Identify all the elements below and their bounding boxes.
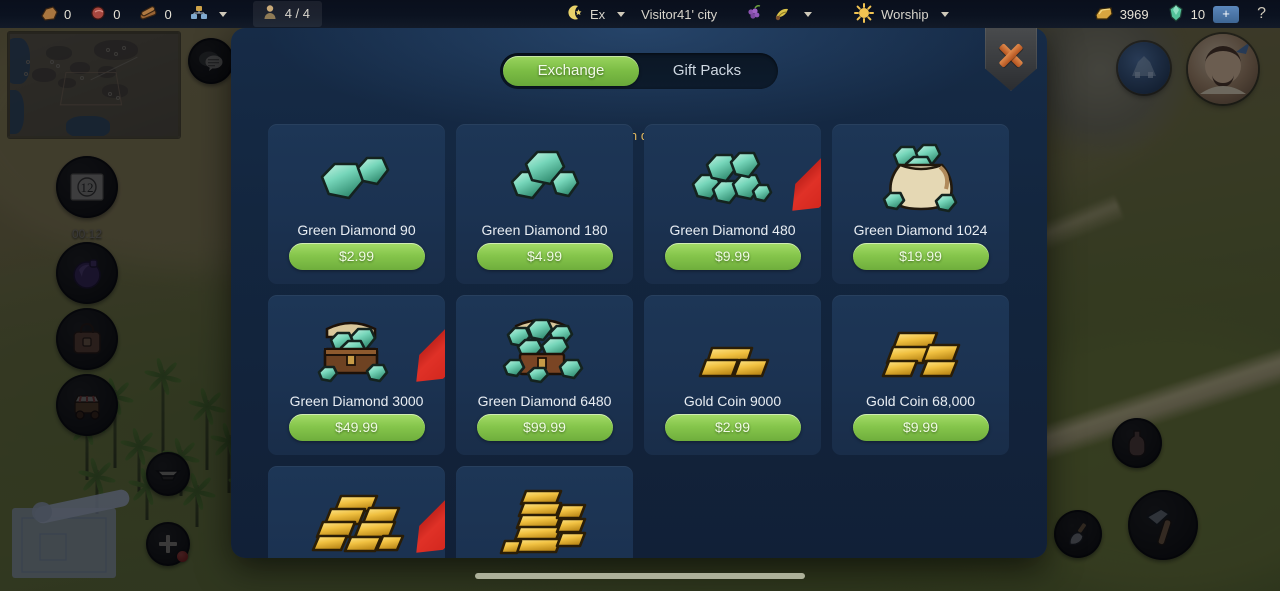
product-price-button[interactable]: $99.99 — [476, 414, 613, 441]
sun-icon — [854, 2, 875, 26]
buildings-icon — [190, 5, 208, 23]
resource-group: 0 0 0 4 / 4 — [0, 1, 322, 27]
grapes-icon — [745, 4, 763, 25]
decoration-chip[interactable] — [745, 4, 813, 25]
buildings-menu[interactable] — [190, 5, 227, 23]
tab-gift-packs[interactable]: Gift Packs — [639, 56, 775, 86]
home-indicator[interactable] — [475, 573, 805, 579]
product-price-button[interactable]: $19.99 — [852, 243, 989, 270]
product-title: Green Diamond 90 — [297, 222, 416, 238]
product-price-button[interactable]: $49.99 — [288, 414, 425, 441]
product-card[interactable]: Gold Coin 9000 $2.99 — [644, 295, 821, 455]
wood-icon — [138, 5, 158, 24]
product-title: Green Diamond 6480 — [477, 393, 612, 409]
product-title: Green Diamond 1024 — [853, 222, 988, 238]
product-card[interactable] — [456, 466, 633, 558]
resource-clay[interactable]: 0 — [40, 5, 71, 24]
chevron-down-icon[interactable] — [804, 11, 813, 17]
harvest-icon — [772, 4, 792, 25]
product-price-button[interactable]: $9.99 — [664, 243, 801, 270]
chevron-down-icon[interactable] — [218, 11, 227, 17]
clay-value: 0 — [64, 6, 72, 22]
game-screen: 12 00:12 — [0, 0, 1280, 591]
product-price-button[interactable]: $9.99 — [852, 414, 989, 441]
product-grid: Green Diamond 90 $2.99 Green Diamond 180 $4… — [268, 124, 1027, 558]
population-chip[interactable]: 4 / 4 — [252, 1, 322, 27]
currency-group: 3969 10 + ? — [1094, 0, 1266, 28]
religion-chip[interactable]: Ex — [566, 4, 626, 24]
gold-bars-stack-icon — [456, 480, 633, 558]
help-button[interactable]: ? — [1257, 5, 1266, 23]
product-card[interactable]: Green Diamond 3000$49.99HOT — [268, 295, 445, 455]
clay-icon — [40, 5, 58, 24]
product-title: Gold Coin 68,000 — [866, 393, 975, 409]
tab-exchange[interactable]: Exchange — [503, 56, 639, 86]
product-title: Green Diamond 3000 — [289, 393, 424, 409]
gold-icon — [1094, 5, 1114, 23]
gems-small-icon — [268, 138, 445, 218]
product-title: Gold Coin 9000 — [683, 393, 782, 409]
gold-value: 3969 — [1119, 6, 1149, 22]
product-card[interactable]: Green Diamond 90 $2.99 — [268, 124, 445, 284]
crescent-moon-icon — [566, 4, 583, 24]
resource-meat[interactable]: 0 — [89, 5, 120, 24]
product-price-button[interactable]: $2.99 — [664, 414, 801, 441]
product-card[interactable]: Gold Coin 68,000 $9.99 — [832, 295, 1009, 455]
product-title: Green Diamond 480 — [669, 222, 796, 238]
religion-label: Ex — [590, 6, 606, 22]
close-icon[interactable] — [985, 25, 1037, 91]
gems-medium-icon — [456, 138, 633, 218]
gold-bars-small-icon — [644, 309, 821, 389]
top-resource-bar: 0 0 0 4 / 4 Ex Visitor41' city Worship 3… — [0, 0, 1280, 28]
product-card[interactable]: Green Diamond 480$9.99HOT — [644, 124, 821, 284]
meat-icon — [89, 5, 107, 24]
product-price-button[interactable]: $2.99 — [288, 243, 425, 270]
gems-chest-full-icon — [456, 309, 633, 389]
population-value: 4 / 4 — [284, 6, 310, 21]
gold-bars-medium-icon — [832, 309, 1009, 389]
shop-tabs: Exchange Gift Packs — [500, 53, 778, 89]
city-name: Visitor41' city — [641, 7, 717, 22]
shop-dialog: Exchange Gift Packs More discounts for g… — [231, 28, 1047, 558]
worship-chip[interactable]: Worship — [854, 2, 949, 26]
center-status-group: Ex Visitor41' city Worship — [566, 0, 965, 28]
resource-wood[interactable]: 0 — [138, 5, 172, 24]
chevron-down-icon[interactable] — [617, 11, 626, 17]
green-diamond-icon — [1167, 3, 1185, 25]
city-name-label: Visitor41' city — [641, 6, 718, 22]
product-card[interactable]: Green Diamond 180 $4.99 — [456, 124, 633, 284]
product-title: Green Diamond 180 — [481, 222, 608, 238]
gold-currency[interactable]: 3969 — [1094, 5, 1149, 23]
diamond-value: 10 — [1190, 6, 1206, 22]
gems-sack-icon — [832, 138, 1009, 218]
add-diamonds-button[interactable]: + — [1213, 5, 1240, 23]
product-card[interactable]: HOT — [268, 466, 445, 558]
product-price-button[interactable]: $4.99 — [476, 243, 613, 270]
chevron-down-icon[interactable] — [940, 11, 949, 17]
product-card[interactable]: Green Diamond 6480 $99.99 — [456, 295, 633, 455]
diamond-currency[interactable]: 10 — [1167, 3, 1206, 25]
meat-value: 0 — [113, 6, 121, 22]
product-card[interactable]: Green Diamond 1024 $19.99 — [832, 124, 1009, 284]
worship-label: Worship — [881, 6, 929, 22]
population-icon — [263, 4, 277, 23]
wood-value: 0 — [164, 6, 172, 22]
